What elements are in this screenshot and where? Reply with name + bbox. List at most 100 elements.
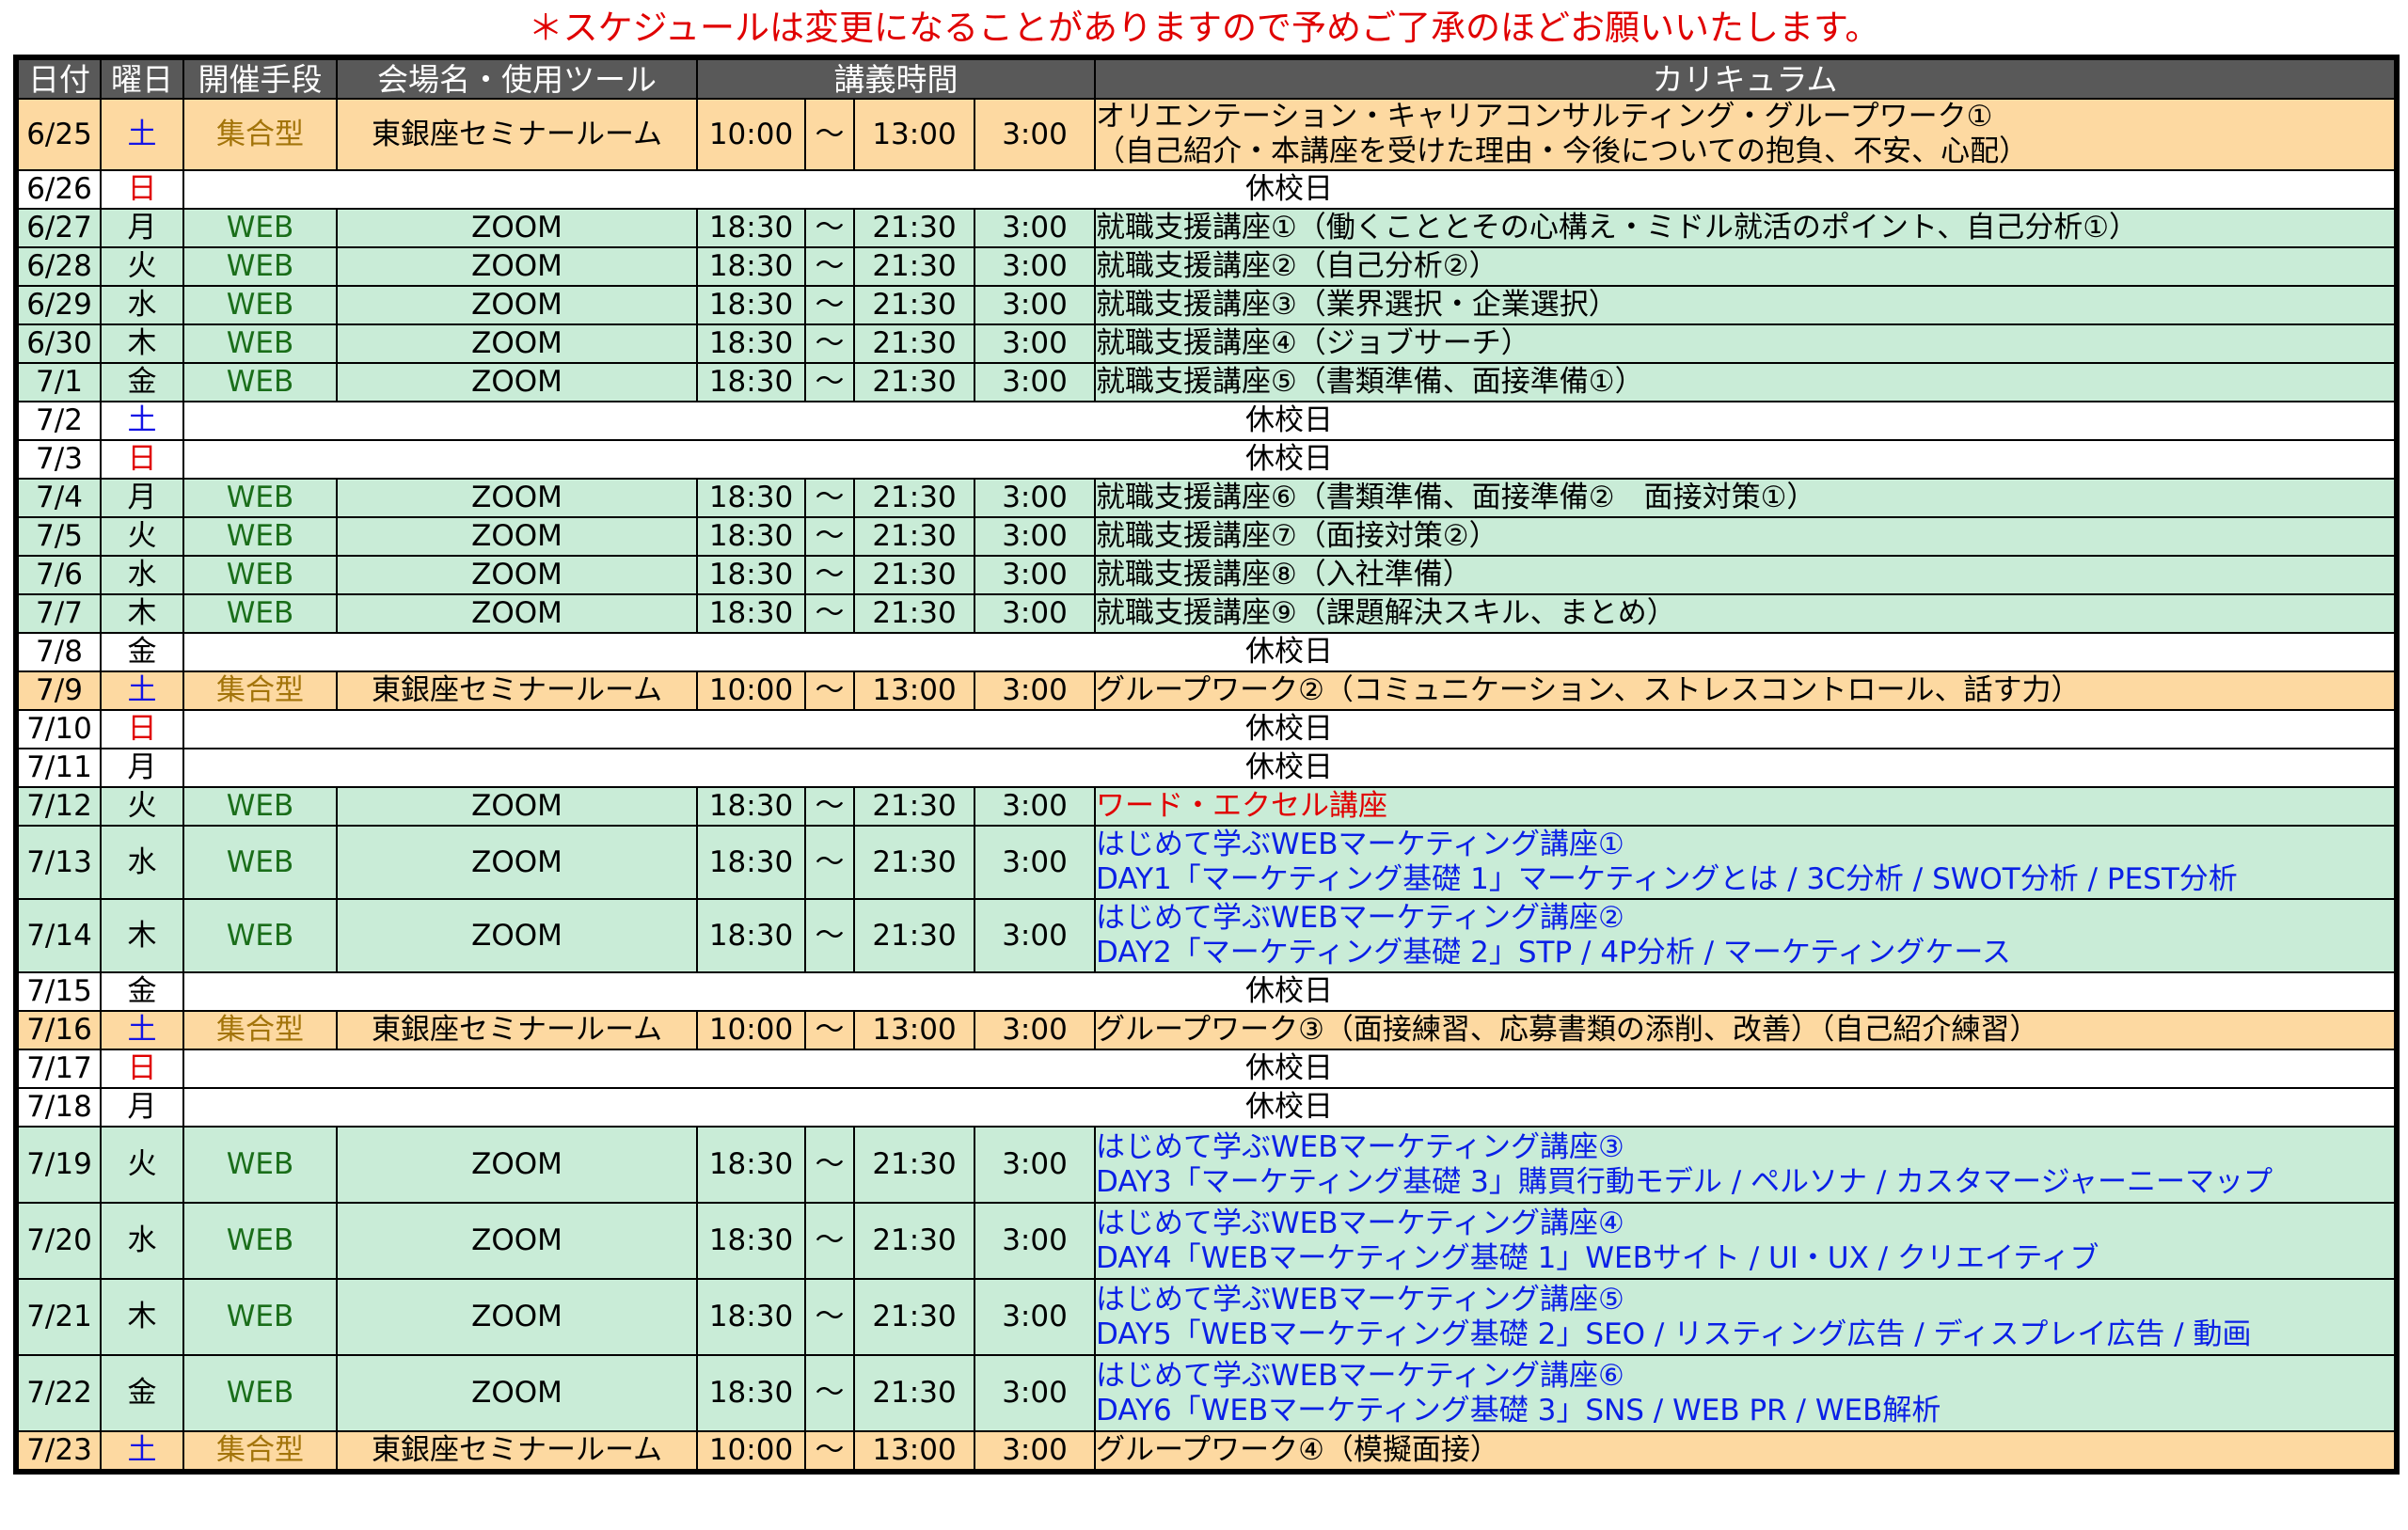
header-lecture-time: 講義時間 bbox=[696, 56, 1096, 100]
date-cell: 7/22 bbox=[15, 1354, 102, 1432]
header-weekday: 曜日 bbox=[100, 56, 184, 100]
date-cell: 7/14 bbox=[15, 898, 102, 973]
curriculum-cell: はじめて学ぶWEBマーケティング講座⑥ DAY6「WEBマーケティング基礎 3」S… bbox=[1094, 1354, 2398, 1432]
duration-cell: 3:00 bbox=[974, 825, 1096, 900]
weekday-cell: 火 bbox=[100, 1126, 184, 1204]
weekday-cell: 月 bbox=[100, 208, 184, 248]
date-cell: 7/19 bbox=[15, 1126, 102, 1204]
curriculum-cell: ワード・エクセル講座 bbox=[1094, 786, 2398, 827]
venue-cell: ZOOM bbox=[336, 1126, 698, 1204]
date-cell: 7/16 bbox=[15, 1010, 102, 1050]
duration-cell: 3:00 bbox=[974, 670, 1096, 711]
date-cell: 7/4 bbox=[15, 478, 102, 518]
venue-cell: 東銀座セミナールーム bbox=[336, 1010, 698, 1050]
weekday-cell: 土 bbox=[100, 98, 184, 171]
date-cell: 7/20 bbox=[15, 1202, 102, 1280]
end-time-cell: 13:00 bbox=[853, 670, 975, 711]
weekday-cell: 日 bbox=[100, 1049, 184, 1089]
date-cell: 7/15 bbox=[15, 971, 102, 1012]
start-time-cell: 10:00 bbox=[696, 670, 806, 711]
mode-cell: WEB bbox=[182, 593, 338, 634]
schedule-row: 7/13 水 WEB ZOOM 18:30 ～ 21:30 3:00 はじめて学ぶWEBマーケテ… bbox=[15, 825, 2398, 900]
duration-cell: 3:00 bbox=[974, 1430, 1096, 1473]
date-cell: 7/12 bbox=[15, 786, 102, 827]
weekday-cell: 火 bbox=[100, 246, 184, 287]
venue-cell: 東銀座セミナールーム bbox=[336, 1430, 698, 1473]
date-cell: 7/5 bbox=[15, 516, 102, 557]
duration-cell: 3:00 bbox=[974, 1202, 1096, 1280]
date-cell: 6/27 bbox=[15, 208, 102, 248]
holiday-cell: 休校日 bbox=[182, 439, 2398, 480]
holiday-cell: 休校日 bbox=[182, 748, 2398, 788]
holiday-cell: 休校日 bbox=[182, 971, 2398, 1012]
date-cell: 6/30 bbox=[15, 323, 102, 364]
schedule-row: 7/14 木 WEB ZOOM 18:30 ～ 21:30 3:00 はじめて学ぶWEBマーケテ… bbox=[15, 898, 2398, 973]
schedule-row: 7/18 月休校日 bbox=[15, 1087, 2398, 1128]
curriculum-line: DAY4「WEBマーケティング基礎 1」WEBサイト / UI・UX / クリエ… bbox=[1096, 1240, 2099, 1275]
weekday-cell: 日 bbox=[100, 169, 184, 210]
curriculum-line: （自己紹介・本講座を受けた理由・今後についての抱負、不安、心配） bbox=[1096, 134, 2029, 168]
curriculum-line: はじめて学ぶWEBマーケティング講座③ bbox=[1096, 1129, 1624, 1164]
weekday-cell: 金 bbox=[100, 632, 184, 672]
time-separator: ～ bbox=[804, 1010, 855, 1050]
weekday-cell: 木 bbox=[100, 898, 184, 973]
end-time-cell: 21:30 bbox=[853, 1126, 975, 1204]
holiday-cell: 休校日 bbox=[182, 1087, 2398, 1128]
start-time-cell: 18:30 bbox=[696, 208, 806, 248]
time-separator: ～ bbox=[804, 1354, 855, 1432]
start-time-cell: 18:30 bbox=[696, 516, 806, 557]
end-time-cell: 21:30 bbox=[853, 516, 975, 557]
end-time-cell: 21:30 bbox=[853, 786, 975, 827]
schedule-row: 7/17 日休校日 bbox=[15, 1049, 2398, 1089]
weekday-cell: 月 bbox=[100, 1087, 184, 1128]
schedule-row: 6/27 月 WEB ZOOM 18:30 ～ 21:30 3:00 就職支援講座①（働くことと… bbox=[15, 208, 2398, 248]
end-time-cell: 21:30 bbox=[853, 1202, 975, 1280]
date-cell: 7/13 bbox=[15, 825, 102, 900]
curriculum-line: 就職支援講座⑦（面接対策②） bbox=[1096, 519, 1498, 553]
curriculum-line: グループワーク④（模擬面接） bbox=[1096, 1433, 1499, 1467]
curriculum-line: はじめて学ぶWEBマーケティング講座① bbox=[1096, 828, 1624, 861]
start-time-cell: 18:30 bbox=[696, 593, 806, 634]
date-cell: 7/18 bbox=[15, 1087, 102, 1128]
start-time-cell: 18:30 bbox=[696, 1354, 806, 1432]
weekday-cell: 木 bbox=[100, 1278, 184, 1356]
curriculum-cell: 就職支援講座⑧（入社準備） bbox=[1094, 555, 2398, 595]
schedule-row: 6/29 水 WEB ZOOM 18:30 ～ 21:30 3:00 就職支援講座③（業界選択・… bbox=[15, 285, 2398, 325]
header-row: 日付 曜日 開催手段 会場名・使用ツール 講義時間 カリキュラム bbox=[15, 56, 2398, 100]
curriculum-line: グループワーク②（コミュニケーション、ストレスコントロール、話す力） bbox=[1096, 673, 2081, 707]
curriculum-line: オリエンテーション・キャリアコンサルティング・グループワーク① bbox=[1096, 100, 1993, 134]
start-time-cell: 18:30 bbox=[696, 285, 806, 325]
weekday-cell: 土 bbox=[100, 670, 184, 711]
venue-cell: ZOOM bbox=[336, 898, 698, 973]
curriculum-cell: はじめて学ぶWEBマーケティング講座④ DAY4「WEBマーケティング基礎 1」W… bbox=[1094, 1202, 2398, 1280]
weekday-cell: 水 bbox=[100, 555, 184, 595]
curriculum-line: DAY1「マーケティング基礎 1」マーケティングとは / 3C分析 / SWOT… bbox=[1096, 862, 2238, 896]
end-time-cell: 21:30 bbox=[853, 323, 975, 364]
time-separator: ～ bbox=[804, 1126, 855, 1204]
date-cell: 6/25 bbox=[15, 98, 102, 171]
curriculum-line: 就職支援講座⑥（書類準備、面接準備② 面接対策①） bbox=[1096, 481, 1816, 514]
curriculum-line: 就職支援講座①（働くこととその心構え・ミドル就活のポイント、自己分析①） bbox=[1096, 211, 2139, 244]
time-separator: ～ bbox=[804, 362, 855, 402]
schedule-row: 7/19 火 WEB ZOOM 18:30 ～ 21:30 3:00 はじめて学ぶWEBマーケテ… bbox=[15, 1126, 2398, 1204]
time-separator: ～ bbox=[804, 246, 855, 287]
curriculum-cell: オリエンテーション・キャリアコンサルティング・グループワーク① （自己紹介・本講座… bbox=[1094, 98, 2398, 171]
curriculum-cell: グループワーク②（コミュニケーション、ストレスコントロール、話す力） bbox=[1094, 670, 2398, 711]
end-time-cell: 21:30 bbox=[853, 555, 975, 595]
header-curriculum: カリキュラム bbox=[1094, 56, 2398, 100]
curriculum-cell: はじめて学ぶWEBマーケティング講座③ DAY3「マーケティング基礎 3」購買行動… bbox=[1094, 1126, 2398, 1204]
header-date: 日付 bbox=[15, 56, 102, 100]
end-time-cell: 21:30 bbox=[853, 1278, 975, 1356]
curriculum-cell: 就職支援講座⑥（書類準備、面接準備② 面接対策①） bbox=[1094, 478, 2398, 518]
mode-cell: 集合型 bbox=[182, 670, 338, 711]
venue-cell: ZOOM bbox=[336, 478, 698, 518]
venue-cell: ZOOM bbox=[336, 362, 698, 402]
schedule-row: 7/1 金 WEB ZOOM 18:30 ～ 21:30 3:00 就職支援講座⑤（書類準備、面… bbox=[15, 362, 2398, 402]
time-separator: ～ bbox=[804, 208, 855, 248]
venue-cell: ZOOM bbox=[336, 825, 698, 900]
duration-cell: 3:00 bbox=[974, 516, 1096, 557]
start-time-cell: 18:30 bbox=[696, 786, 806, 827]
holiday-cell: 休校日 bbox=[182, 401, 2398, 441]
start-time-cell: 18:30 bbox=[696, 478, 806, 518]
end-time-cell: 21:30 bbox=[853, 208, 975, 248]
